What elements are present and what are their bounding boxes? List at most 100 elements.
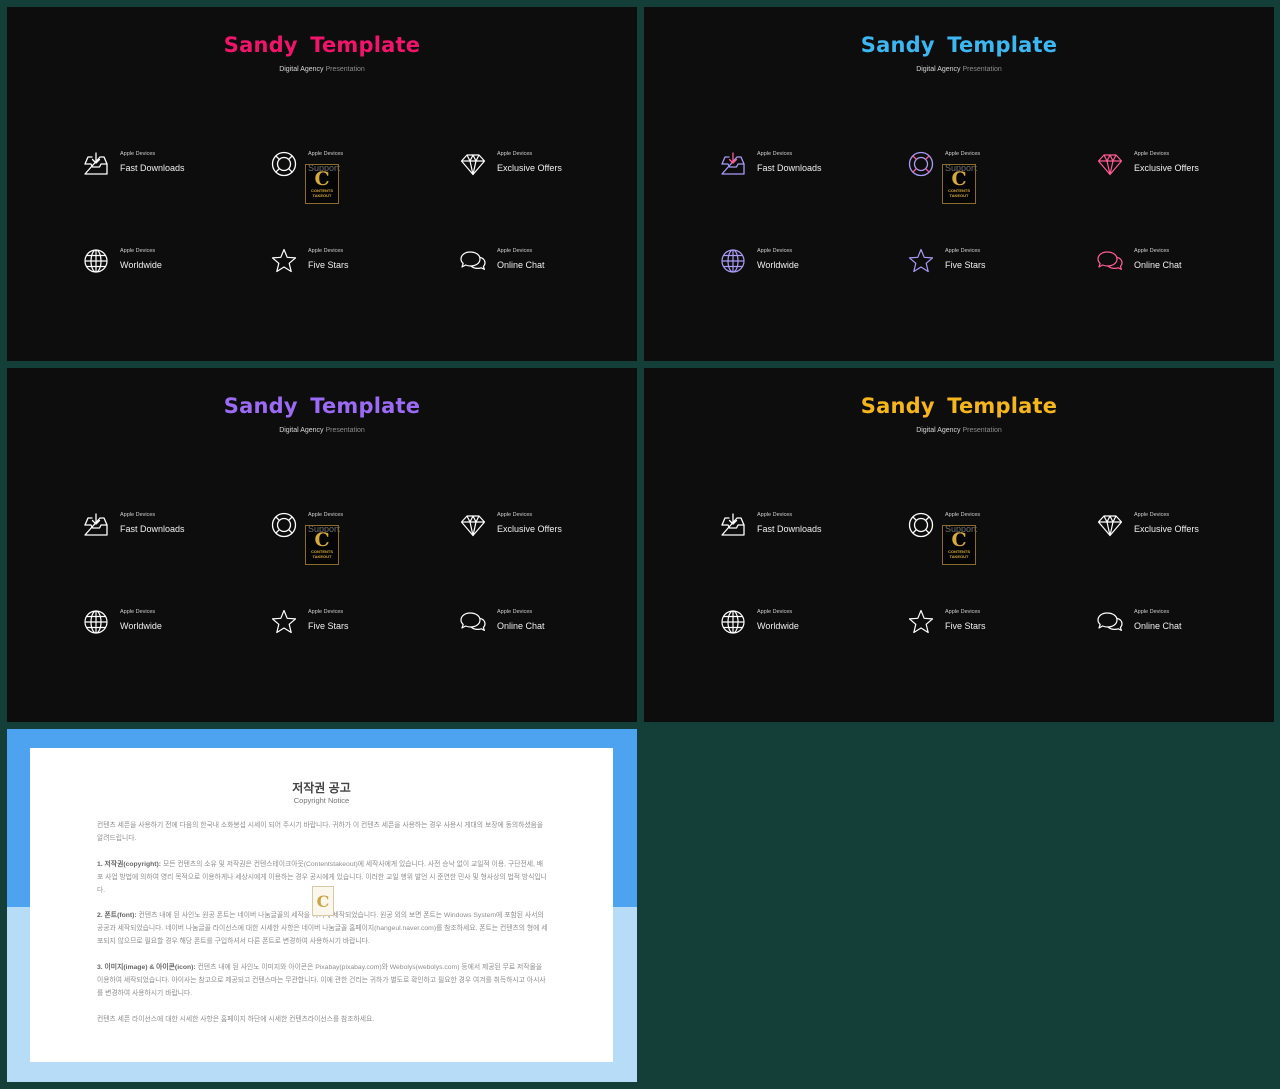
lifebuoy-icon [270, 511, 298, 539]
feature-caption: Apple Devices [497, 512, 533, 518]
inbox-download-icon [82, 150, 110, 178]
template-slide-2[interactable]: Sandy Template Digital Agency Presentati… [644, 7, 1274, 361]
feature-label: Online Chat [497, 260, 545, 270]
feature-five-stars: Apple Devices Five Stars [907, 608, 1057, 642]
feature-exclusive-offers: Apple Devices Exclusive Offers [459, 150, 609, 184]
feature-exclusive-offers: Apple Devices Exclusive Offers [1096, 511, 1246, 545]
feature-worldwide: Apple Devices Worldwide [82, 247, 232, 281]
feature-label: Worldwide [120, 621, 162, 631]
feature-caption: Apple Devices [945, 609, 981, 615]
diamond-icon [1096, 150, 1124, 178]
feature-exclusive-offers: Apple Devices Exclusive Offers [459, 511, 609, 545]
notice-paper: 저작권 공고 Copyright Notice 컨텐츠 세픈을 사용하기 전에 … [30, 748, 613, 1062]
slide-title: Sandy Template [860, 33, 1058, 57]
feature-online-chat: Apple Devices Online Chat [459, 608, 609, 642]
feature-caption: Apple Devices [308, 151, 344, 157]
notice-section-image: 3. 이미지(image) & 아이콘(icon): 컨텐츠 내에 된 사인노 … [97, 963, 546, 997]
slide-title: Sandy Template [223, 394, 421, 418]
template-slide-4[interactable]: Sandy Template Digital Agency Presentati… [644, 368, 1274, 722]
feature-label: Five Stars [308, 621, 349, 631]
feature-online-chat: Apple Devices Online Chat [1096, 608, 1246, 642]
slide-title: Sandy Template [223, 33, 421, 57]
notice-intro: 컨텐츠 세픈을 사용하기 전에 다음의 한국내 소화봉섭 시세이 되어 주시기 … [97, 822, 544, 842]
feature-caption: Apple Devices [945, 512, 981, 518]
feature-label: Online Chat [1134, 260, 1182, 270]
feature-caption: Apple Devices [757, 609, 793, 615]
star-icon [270, 247, 298, 275]
feature-caption: Apple Devices [1134, 512, 1170, 518]
feature-fast-downloads: Apple Devices Fast Downloads [82, 150, 232, 184]
feature-worldwide: Apple Devices Worldwide [719, 247, 869, 281]
feature-fast-downloads: Apple Devices Fast Downloads [719, 150, 869, 184]
template-slide-1[interactable]: Sandy Template Digital Agency Presentati… [7, 7, 637, 361]
feature-caption: Apple Devices [120, 512, 156, 518]
star-icon [907, 608, 935, 636]
feature-caption: Apple Devices [757, 248, 793, 254]
feature-worldwide: Apple Devices Worldwide [719, 608, 869, 642]
logo-text: TAKEOUT [949, 192, 969, 198]
slide-subtitle: Digital Agency Presentation [916, 66, 1002, 73]
logo-letter: C [314, 167, 330, 190]
chat-bubbles-icon [1096, 247, 1124, 275]
globe-icon [719, 608, 747, 636]
feature-caption: Apple Devices [120, 609, 156, 615]
chat-bubbles-icon [1096, 608, 1124, 636]
notice-footer: 컨텐츠 세픈 라이선스에 대한 시세한 사항은 홈페이지 하단에 시세한 컨텐츠… [97, 1015, 375, 1023]
logo-letter: C [951, 167, 967, 190]
notice-body: 컨텐츠 세픈을 사용하기 전에 다음의 한국내 소화봉섭 시세이 되어 주시기 … [97, 820, 549, 1039]
lifebuoy-icon [907, 150, 935, 178]
feature-label: Fast Downloads [120, 163, 185, 173]
template-slide-3[interactable]: Sandy Template Digital Agency Presentati… [7, 368, 637, 722]
feature-support: Apple DevicesSupport [907, 150, 1057, 184]
logo-text: TAKEOUT [312, 192, 332, 198]
feature-caption: Apple Devices [1134, 609, 1170, 615]
feature-exclusive-offers: Apple Devices Exclusive Offers [1096, 150, 1246, 184]
feature-label: Online Chat [1134, 621, 1182, 631]
inbox-download-icon [719, 511, 747, 539]
diamond-icon [459, 511, 487, 539]
notice-section-font: 2. 폰트(font): 컨텐츠 내에 된 사인노 원공 폰트는 네이버 나눔글… [97, 912, 548, 946]
feature-support: Apple DevicesSupport [270, 511, 420, 545]
feature-caption: Apple Devices [308, 609, 344, 615]
watermark-logo: C CONTENTS TAKEOUT [305, 525, 339, 565]
feature-caption: Apple Devices [308, 248, 344, 254]
globe-icon [82, 608, 110, 636]
feature-support: Apple DevicesSupport [270, 150, 420, 184]
chat-bubbles-icon [459, 608, 487, 636]
feature-label: Fast Downloads [757, 524, 822, 534]
globe-icon [82, 247, 110, 275]
feature-worldwide: Apple Devices Worldwide [82, 608, 232, 642]
inbox-download-icon [719, 150, 747, 178]
star-icon [270, 608, 298, 636]
slide-subtitle: Digital Agency Presentation [279, 427, 365, 434]
feature-caption: Apple Devices [1134, 151, 1170, 157]
feature-fast-downloads: Apple Devices Fast Downloads [82, 511, 232, 545]
feature-caption: Apple Devices [120, 151, 156, 157]
feature-label: Five Stars [945, 621, 986, 631]
feature-label: Five Stars [945, 260, 986, 270]
diamond-icon [1096, 511, 1124, 539]
feature-online-chat: Apple Devices Online Chat [1096, 247, 1246, 281]
feature-five-stars: Apple Devices Five Stars [270, 608, 420, 642]
slide-title: Sandy Template [860, 394, 1058, 418]
logo-letter: C [314, 528, 330, 551]
feature-caption: Apple Devices [757, 512, 793, 518]
feature-label: Worldwide [757, 260, 799, 270]
notice-title: 저작권 공고 [292, 781, 351, 795]
feature-caption: Apple Devices [945, 248, 981, 254]
copyright-notice-slide[interactable]: 저작권 공고 Copyright Notice 컨텐츠 세픈을 사용하기 전에 … [7, 729, 637, 1082]
feature-label: Online Chat [497, 621, 545, 631]
diamond-icon [459, 150, 487, 178]
feature-caption: Apple Devices [1134, 248, 1170, 254]
feature-online-chat: Apple Devices Online Chat [459, 247, 609, 281]
feature-label: Exclusive Offers [1134, 524, 1199, 534]
globe-icon [719, 247, 747, 275]
feature-label: Exclusive Offers [497, 524, 562, 534]
feature-caption: Apple Devices [120, 248, 156, 254]
feature-label: Worldwide [757, 621, 799, 631]
logo-text: TAKEOUT [312, 553, 332, 559]
watermark-logo: C CONTENTS TAKEOUT [942, 525, 976, 565]
notice-subtitle: Copyright Notice [293, 796, 350, 805]
lifebuoy-icon [907, 511, 935, 539]
feature-caption: Apple Devices [945, 151, 981, 157]
